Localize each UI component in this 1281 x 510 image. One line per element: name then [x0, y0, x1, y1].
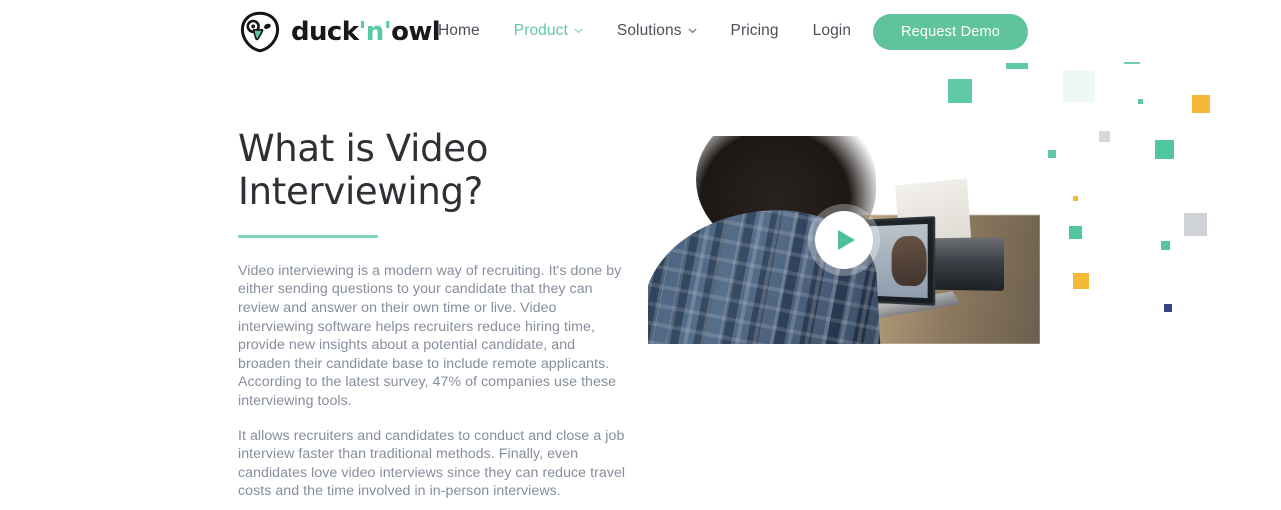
site-header: duck'n'owl Home Product Solutions Pricin… — [0, 0, 1281, 64]
teal-square-tiny2 — [1069, 226, 1082, 239]
hero-body-copy: Video interviewing is a modern way of re… — [238, 262, 630, 501]
chevron-down-icon — [688, 28, 697, 34]
nav-item-pricing[interactable]: Pricing — [731, 20, 796, 42]
brand-name-part1: duck — [291, 17, 359, 47]
amber-dot-tiny — [1073, 196, 1078, 201]
nav-label-solutions: Solutions — [616, 22, 682, 39]
gray-square-small — [1099, 131, 1110, 142]
teal-square-mid — [1155, 140, 1174, 159]
teal-square-large — [948, 79, 972, 103]
mint-square-faint — [1063, 70, 1095, 102]
chevron-down-icon — [574, 28, 583, 34]
main-navigation: Home Product Solutions Pricing Login — [438, 20, 851, 42]
nav-label-login: Login — [812, 22, 852, 39]
title-underline-rule — [238, 234, 378, 238]
brand-name-accent: 'n' — [358, 17, 392, 47]
request-demo-button[interactable]: Request Demo — [873, 14, 1028, 50]
teal-square-tiny1 — [1048, 150, 1056, 158]
brand-name-part2: owl — [391, 17, 441, 47]
play-triangle-icon — [837, 230, 855, 250]
nav-item-product[interactable]: Product — [514, 20, 600, 42]
hero-text-column: What is Video Interviewing? Video interv… — [238, 127, 630, 501]
gray-square-large — [1184, 213, 1207, 236]
brand-logo[interactable]: duck'n'owl — [238, 8, 441, 56]
teal-line-thin — [1124, 62, 1140, 64]
play-button[interactable] — [815, 211, 873, 269]
laptop-video-participant — [892, 235, 928, 287]
teal-square-tiny3 — [1161, 241, 1170, 250]
nav-item-solutions[interactable]: Solutions — [617, 20, 714, 42]
teal-dot-tiny — [1138, 99, 1143, 104]
nav-item-login[interactable]: Login — [813, 20, 851, 42]
video-thumbnail[interactable] — [648, 136, 1040, 344]
nav-label-pricing: Pricing — [730, 22, 779, 39]
amber-square-top — [1192, 95, 1210, 113]
landing-page: duck'n'owl Home Product Solutions Pricin… — [0, 0, 1281, 510]
brand-wordmark: duck'n'owl — [291, 17, 441, 47]
page-title: What is Video Interviewing? — [238, 127, 489, 213]
nav-item-home[interactable]: Home — [438, 20, 497, 42]
hero-paragraph-1: Video interviewing is a modern way of re… — [238, 262, 622, 409]
hero-paragraph-2: It allows recruiters and candidates to c… — [238, 427, 626, 500]
nav-label-product: Product — [513, 22, 568, 39]
teal-bar-small — [1006, 63, 1028, 69]
nav-label-home: Home — [438, 22, 480, 39]
amber-square-low — [1073, 273, 1089, 289]
owl-head-icon — [240, 11, 280, 53]
navy-square-tiny — [1164, 304, 1172, 312]
